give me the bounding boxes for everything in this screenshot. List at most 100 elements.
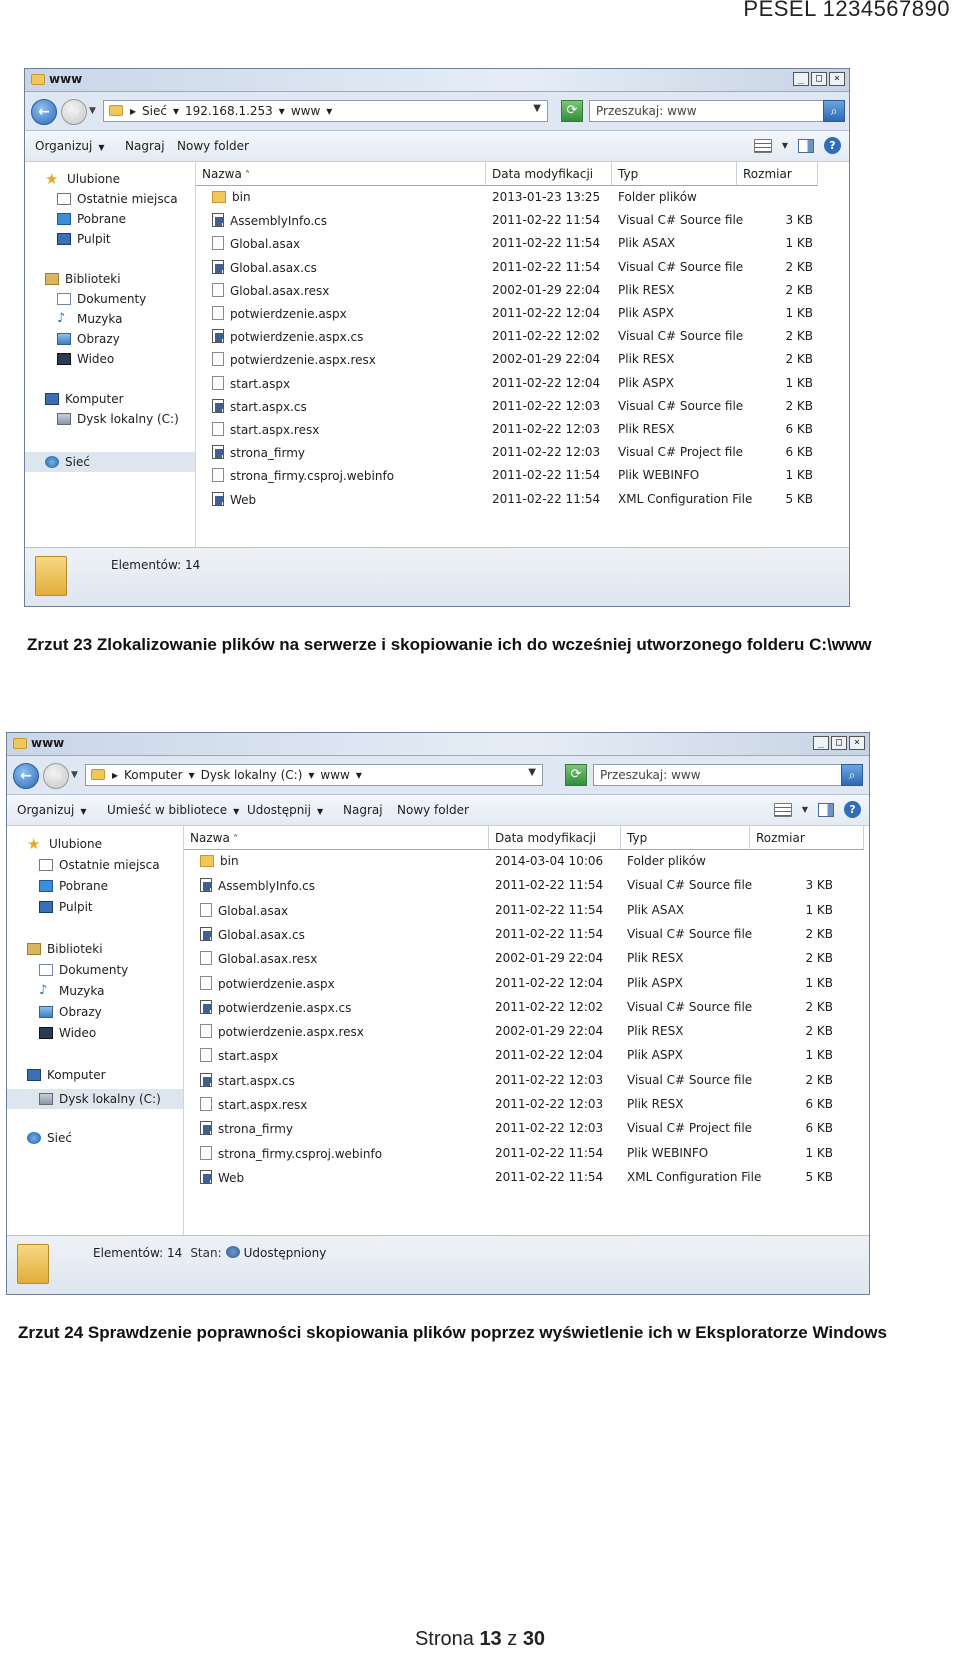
chevron-down-icon[interactable]: ▼ [802, 805, 808, 814]
minimize-button[interactable]: _ [793, 72, 809, 86]
help-icon[interactable]: ? [844, 801, 861, 818]
file-row[interactable]: potwierdzenie.aspx.cs 2011-02-22 12:02 Vis… [184, 996, 869, 1018]
breadcrumb-arrow[interactable]: ▸ [130, 104, 136, 118]
column-header-size[interactable]: Rozmiar [737, 162, 818, 186]
nav-item-computer[interactable]: Komputer [45, 392, 124, 406]
refresh-button[interactable]: ⟳ [561, 100, 583, 122]
toolbar-button-organizuj[interactable]: Organizuj ▼ [35, 139, 104, 153]
file-row[interactable]: Global.asax 2011-02-22 11:54 Plik ASAX 1 KB [196, 232, 849, 254]
file-row[interactable]: Global.asax.resx 2002-01-29 22:04 Plik RES… [196, 279, 849, 301]
nav-item-downloads[interactable]: Pobrane [39, 879, 108, 893]
column-header-date[interactable]: Data modyfikacji [489, 826, 621, 850]
breadcrumb-item[interactable]: 192.168.1.253 [185, 104, 273, 118]
search-icon[interactable]: ⌕ [823, 100, 845, 122]
nav-item-favorites[interactable]: ★ Ulubione [45, 172, 120, 187]
nav-item-libraries[interactable]: Biblioteki [27, 942, 103, 956]
view-options-icon[interactable] [753, 138, 772, 153]
nav-item-recent[interactable]: Ostatnie miejsca [57, 192, 178, 206]
toolbar-button-organizuj[interactable]: Organizuj ▼ [17, 803, 86, 817]
file-row[interactable]: Web 2011-02-22 11:54 XML Configuration Fil… [184, 1166, 869, 1188]
nav-item-desktop[interactable]: Pulpit [39, 900, 93, 914]
chevron-down-icon[interactable]: ▼ [782, 141, 788, 150]
back-button[interactable]: ← [31, 99, 57, 125]
breadcrumb-item[interactable]: www [320, 768, 349, 782]
close-button[interactable]: × [829, 72, 845, 86]
breadcrumb-arrow[interactable]: ▾ [189, 768, 195, 782]
breadcrumb-item[interactable]: Dysk lokalny (C:) [201, 768, 303, 782]
file-row[interactable]: strona_firmy.csproj.webinfo 2011-02-22 11… [196, 464, 849, 486]
nav-item-network[interactable]: Sieć [25, 452, 195, 472]
file-row[interactable]: strona_firmy.csproj.webinfo 2011-02-22 11… [184, 1142, 869, 1164]
toolbar-button-umieść-w-bibliotece[interactable]: Umieść w bibliotece ▼ [107, 803, 239, 817]
nav-item-music[interactable]: ♪ Muzyka [57, 312, 122, 326]
file-row[interactable]: potwierdzenie.aspx 2011-02-22 12:04 Plik A… [184, 972, 869, 994]
maximize-button[interactable]: □ [831, 736, 847, 750]
forward-button[interactable]: → [43, 763, 69, 789]
column-header-size[interactable]: Rozmiar [750, 826, 864, 850]
nav-item-local-disk[interactable]: Dysk lokalny (C:) [57, 412, 179, 426]
column-header-type[interactable]: Typ [612, 162, 737, 186]
file-row[interactable]: start.aspx.resx 2011-02-22 12:03 Plik RESX… [184, 1093, 869, 1115]
file-row[interactable]: Global.asax.cs 2011-02-22 11:54 Visual C# … [184, 923, 869, 945]
breadcrumb-item[interactable]: Sieć [142, 104, 167, 118]
nav-item-music[interactable]: ♪ Muzyka [39, 984, 104, 998]
toolbar-button-nagraj[interactable]: Nagraj [125, 139, 165, 153]
breadcrumb-item[interactable]: www [291, 104, 320, 118]
file-row[interactable]: Global.asax.cs 2011-02-22 11:54 Visual C# … [196, 256, 849, 278]
column-header-name[interactable]: Nazwa ˄ [196, 162, 486, 186]
column-header-name[interactable]: Nazwa ˄ [184, 826, 489, 850]
file-row[interactable]: start.aspx.resx 2011-02-22 12:03 Plik RESX… [196, 418, 849, 440]
file-row[interactable]: start.aspx.cs 2011-02-22 12:03 Visual C# S… [184, 1069, 869, 1091]
minimize-button[interactable]: _ [813, 736, 829, 750]
file-row[interactable]: potwierdzenie.aspx.resx 2002-01-29 22:04 P… [184, 1020, 869, 1042]
file-row[interactable]: potwierdzenie.aspx.resx 2002-01-29 22:04 P… [196, 348, 849, 370]
refresh-button[interactable]: ⟳ [565, 764, 587, 786]
breadcrumb-arrow[interactable]: ▾ [173, 104, 179, 118]
file-row[interactable]: AssemblyInfo.cs 2011-02-22 11:54 Visual C#… [196, 209, 849, 231]
search-input[interactable]: Przeszukaj: www ⌕ [589, 100, 845, 122]
file-row[interactable]: potwierdzenie.aspx 2011-02-22 12:04 Plik A… [196, 302, 849, 324]
view-options-icon[interactable] [773, 802, 792, 817]
file-row[interactable]: strona_firmy 2011-02-22 12:03 Visual C# Pr… [184, 1117, 869, 1139]
nav-item-pictures[interactable]: Obrazy [39, 1005, 102, 1019]
help-icon[interactable]: ? [824, 137, 841, 154]
column-header-type[interactable]: Typ [621, 826, 750, 850]
file-row[interactable]: start.aspx 2011-02-22 12:04 Plik ASPX 1 KB [184, 1044, 869, 1066]
search-icon[interactable]: ⌕ [841, 764, 863, 786]
breadcrumb-arrow[interactable]: ▾ [326, 104, 332, 118]
nav-item-desktop[interactable]: Pulpit [57, 232, 111, 246]
nav-item-libraries[interactable]: Biblioteki [45, 272, 121, 286]
file-row[interactable]: bin 2013-01-23 13:25 Folder plików [196, 186, 849, 208]
toolbar-button-udostępnij[interactable]: Udostępnij ▼ [247, 803, 323, 817]
address-field[interactable]: ▸ Sieć ▾ 192.168.1.253 ▾ www ▾ ▼ [103, 100, 548, 122]
address-dropdown[interactable]: ▼ [528, 767, 536, 778]
nav-item-pictures[interactable]: Obrazy [57, 332, 120, 346]
breadcrumb-arrow[interactable]: ▸ [112, 768, 118, 782]
toolbar-button-nagraj[interactable]: Nagraj [343, 803, 383, 817]
maximize-button[interactable]: □ [811, 72, 827, 86]
nav-item-favorites[interactable]: ★ Ulubione [27, 837, 102, 852]
breadcrumb-arrow[interactable]: ▾ [356, 768, 362, 782]
breadcrumb-arrow[interactable]: ▾ [308, 768, 314, 782]
nav-item-network[interactable]: Sieć [27, 1131, 72, 1145]
address-field[interactable]: ▸ Komputer ▾ Dysk lokalny (C:) ▾ www ▾ ▼ [85, 764, 543, 786]
breadcrumb-arrow[interactable]: ▾ [279, 104, 285, 118]
nav-item-recent[interactable]: Ostatnie miejsca [39, 858, 160, 872]
file-row[interactable]: start.aspx.cs 2011-02-22 12:03 Visual C# S… [196, 395, 849, 417]
toolbar-button-nowy-folder[interactable]: Nowy folder [397, 803, 469, 817]
file-row[interactable]: start.aspx 2011-02-22 12:04 Plik ASPX 1 KB [196, 372, 849, 394]
address-dropdown[interactable]: ▼ [533, 103, 541, 114]
nav-item-documents[interactable]: Dokumenty [57, 292, 146, 306]
file-row[interactable]: bin 2014-03-04 10:06 Folder plików [184, 850, 869, 872]
nav-item-documents[interactable]: Dokumenty [39, 963, 128, 977]
nav-item-local-disk[interactable]: Dysk lokalny (C:) [7, 1089, 183, 1109]
file-row[interactable]: potwierdzenie.aspx.cs 2011-02-22 12:02 Vis… [196, 325, 849, 347]
file-row[interactable]: strona_firmy 2011-02-22 12:03 Visual C# Pr… [196, 441, 849, 463]
recent-pages-dropdown[interactable]: ▼ [89, 106, 96, 116]
file-row[interactable]: Global.asax 2011-02-22 11:54 Plik ASAX 1 KB [184, 899, 869, 921]
nav-item-computer[interactable]: Komputer [27, 1068, 106, 1082]
preview-pane-icon[interactable] [798, 138, 814, 153]
breadcrumb-item[interactable]: Komputer [124, 768, 183, 782]
nav-item-downloads[interactable]: Pobrane [57, 212, 126, 226]
nav-item-videos[interactable]: Wideo [57, 352, 114, 366]
